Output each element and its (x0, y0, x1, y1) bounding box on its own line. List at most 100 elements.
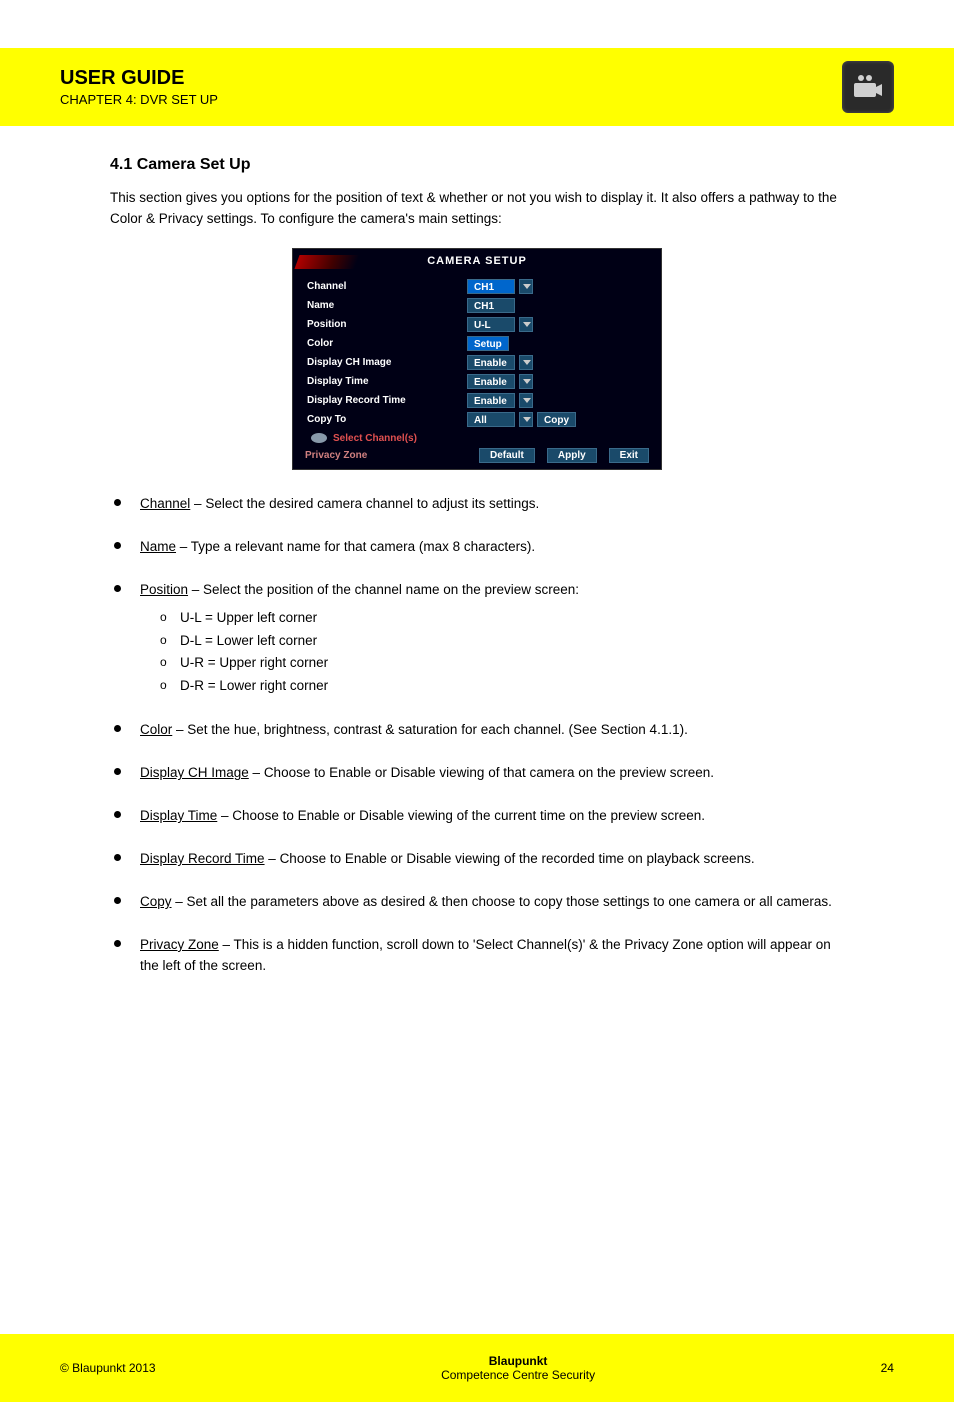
dropdown-arrow-icon[interactable] (519, 393, 533, 408)
screenshot-row: Display Record TimeEnable (293, 391, 661, 410)
footer-dept: Competence Centre Security (441, 1368, 595, 1382)
sublist-item: U-L = Upper left corner (180, 607, 844, 630)
bullet-label: Display Record Time (140, 851, 265, 866)
screenshot-field-value[interactable]: U-L (467, 317, 515, 332)
bullet-separator: – (219, 937, 234, 952)
screenshot-field-label: Display Record Time (307, 395, 467, 406)
bullet-label: Copy (140, 894, 172, 909)
bullet-item: Display CH Image – Choose to Enable or D… (140, 763, 844, 784)
dropdown-arrow-icon[interactable] (519, 317, 533, 332)
bullet-item: Name – Type a relevant name for that cam… (140, 537, 844, 558)
bullet-separator: – (176, 539, 191, 554)
screenshot-field: Setup (467, 336, 509, 351)
default-button[interactable]: Default (479, 448, 535, 463)
header-title: USER GUIDE (60, 67, 842, 90)
bullet-separator: – (217, 808, 232, 823)
screenshot-field: CH1 (467, 279, 533, 294)
apply-button[interactable]: Apply (547, 448, 597, 463)
sublist-item: D-R = Lower right corner (180, 675, 844, 698)
page-content: 4.1 Camera Set Up This section gives you… (0, 126, 954, 977)
bullet-sublist: U-L = Upper left cornerD-L = Lower left … (140, 607, 844, 699)
bullet-separator: – (190, 496, 205, 511)
screenshot-row: Display TimeEnable (293, 372, 661, 391)
section-intro: This section gives you options for the p… (110, 188, 844, 230)
screenshot-field-label: Name (307, 300, 467, 311)
bullet-separator: – (172, 894, 187, 909)
bullet-text: Choose to Enable or Disable viewing of t… (232, 808, 705, 823)
dropdown-arrow-icon[interactable] (519, 374, 533, 389)
screenshot-corner-graphic (294, 255, 359, 269)
bullet-item: Privacy Zone – This is a hidden function… (140, 935, 844, 977)
footer-left: © Blaupunkt 2013 (60, 1361, 156, 1375)
footer-page-number: 24 (881, 1361, 894, 1375)
footer-bar: © Blaupunkt 2013 Blaupunkt Competence Ce… (0, 1334, 954, 1402)
privacy-zone-label: Privacy Zone (305, 450, 367, 461)
bullet-text: Type a relevant name for that camera (ma… (191, 539, 535, 554)
screenshot-field-label: Position (307, 319, 467, 330)
bullet-item: Channel – Select the desired camera chan… (140, 494, 844, 515)
bullet-text: Select the position of the channel name … (203, 582, 579, 597)
bullet-item: Copy – Set all the parameters above as d… (140, 892, 844, 913)
bullet-label: Channel (140, 496, 190, 511)
header-bar: USER GUIDE CHAPTER 4: DVR SET UP (0, 48, 954, 126)
bullet-text: Set all the parameters above as desired … (187, 894, 832, 909)
screenshot-row: PositionU-L (293, 315, 661, 334)
screenshot-field-value[interactable]: Enable (467, 393, 515, 408)
dropdown-arrow-icon[interactable] (519, 279, 533, 294)
bullet-label: Privacy Zone (140, 937, 219, 952)
screenshot-field-value[interactable]: CH1 (467, 298, 515, 313)
section-heading: 4.1 Camera Set Up (110, 156, 844, 174)
screenshot-field-value[interactable]: CH1 (467, 279, 515, 294)
cloud-icon (311, 433, 327, 443)
bullet-item: Position – Select the position of the ch… (140, 580, 844, 699)
screenshot-field: All Copy (467, 412, 576, 427)
screenshot-field-label: Color (307, 338, 467, 349)
screenshot-field-value[interactable]: Setup (467, 336, 509, 351)
screenshot-field-value[interactable]: Enable (467, 355, 515, 370)
bullet-label: Name (140, 539, 176, 554)
sublist-item: U-R = Upper right corner (180, 652, 844, 675)
bullet-text: Set the hue, brightness, contrast & satu… (187, 722, 688, 737)
header-subtitle: CHAPTER 4: DVR SET UP (60, 92, 842, 107)
exit-button[interactable]: Exit (609, 448, 649, 463)
screenshot-row: ChannelCH1 (293, 277, 661, 296)
screenshot-row: ColorSetup (293, 334, 661, 353)
bullet-separator: – (172, 722, 187, 737)
camera-icon (842, 61, 894, 113)
copy-button[interactable]: Copy (537, 412, 576, 427)
screenshot-field: Enable (467, 374, 533, 389)
camera-setup-screenshot: CAMERA SETUP ChannelCH1NameCH1PositionU-… (292, 248, 662, 470)
bullet-list: Channel – Select the desired camera chan… (110, 494, 844, 977)
screenshot-field: U-L (467, 317, 533, 332)
screenshot-field: Enable (467, 393, 533, 408)
screenshot-field-value[interactable]: Enable (467, 374, 515, 389)
screenshot-field: Enable (467, 355, 533, 370)
bullet-item: Display Record Time – Choose to Enable o… (140, 849, 844, 870)
dropdown-arrow-icon[interactable] (519, 355, 533, 370)
bullet-item: Color – Set the hue, brightness, contras… (140, 720, 844, 741)
screenshot-field-label: Copy To (307, 414, 467, 425)
screenshot-row: Display CH ImageEnable (293, 353, 661, 372)
bullet-separator: – (188, 582, 203, 597)
bullet-text: This is a hidden function, scroll down t… (140, 937, 831, 973)
header-text: USER GUIDE CHAPTER 4: DVR SET UP (60, 67, 842, 107)
bullet-text: Select the desired camera channel to adj… (205, 496, 539, 511)
screenshot-field: CH1 (467, 298, 515, 313)
sublist-item: D-L = Lower left corner (180, 630, 844, 653)
bullet-label: Color (140, 722, 172, 737)
screenshot-row: Copy ToAll Copy (293, 410, 661, 429)
bullet-item: Display Time – Choose to Enable or Disab… (140, 806, 844, 827)
footer-brand: Blaupunkt (489, 1354, 548, 1368)
bullet-separator: – (249, 765, 264, 780)
bullet-text: Choose to Enable or Disable viewing of t… (264, 765, 714, 780)
dropdown-arrow-icon[interactable] (519, 412, 533, 427)
footer-mid: Blaupunkt Competence Centre Security (441, 1354, 595, 1382)
screenshot-field-label: Display CH Image (307, 357, 467, 368)
screenshot-field-value[interactable]: All (467, 412, 515, 427)
bullet-text: Choose to Enable or Disable viewing of t… (280, 851, 755, 866)
bullet-label: Position (140, 582, 188, 597)
select-channels-label: Select Channel(s) (333, 433, 417, 444)
bullet-separator: – (265, 851, 280, 866)
bullet-label: Display Time (140, 808, 217, 823)
screenshot-field-label: Channel (307, 281, 467, 292)
